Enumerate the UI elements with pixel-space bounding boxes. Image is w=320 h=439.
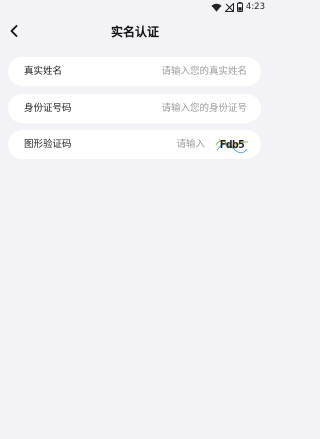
no-signal-icon bbox=[224, 2, 234, 12]
captcha-input[interactable] bbox=[125, 136, 205, 153]
status-icons: 4:23 bbox=[211, 1, 265, 13]
status-bar: 4:23 bbox=[0, 0, 270, 14]
page-title: 实名认证 bbox=[110, 25, 159, 39]
battery-icon bbox=[236, 2, 243, 12]
captcha-text: Fdb5 bbox=[219, 138, 245, 151]
id-number-input[interactable] bbox=[127, 100, 247, 117]
captcha-label: 图形验证码 bbox=[24, 139, 72, 150]
real-name-row: 真实姓名 bbox=[8, 57, 261, 86]
captcha-row: 图形验证码 Fdb5 bbox=[8, 130, 261, 159]
real-name-input[interactable] bbox=[127, 63, 247, 80]
captcha-image[interactable]: Fdb5 bbox=[215, 136, 249, 153]
status-time: 4:23 bbox=[245, 2, 265, 12]
real-name-label: 真实姓名 bbox=[24, 66, 63, 77]
id-number-row: 身份证号码 bbox=[8, 94, 261, 123]
id-number-label: 身份证号码 bbox=[24, 103, 72, 114]
wifi-icon bbox=[211, 3, 222, 12]
app-header: 实名认证 bbox=[0, 18, 270, 44]
